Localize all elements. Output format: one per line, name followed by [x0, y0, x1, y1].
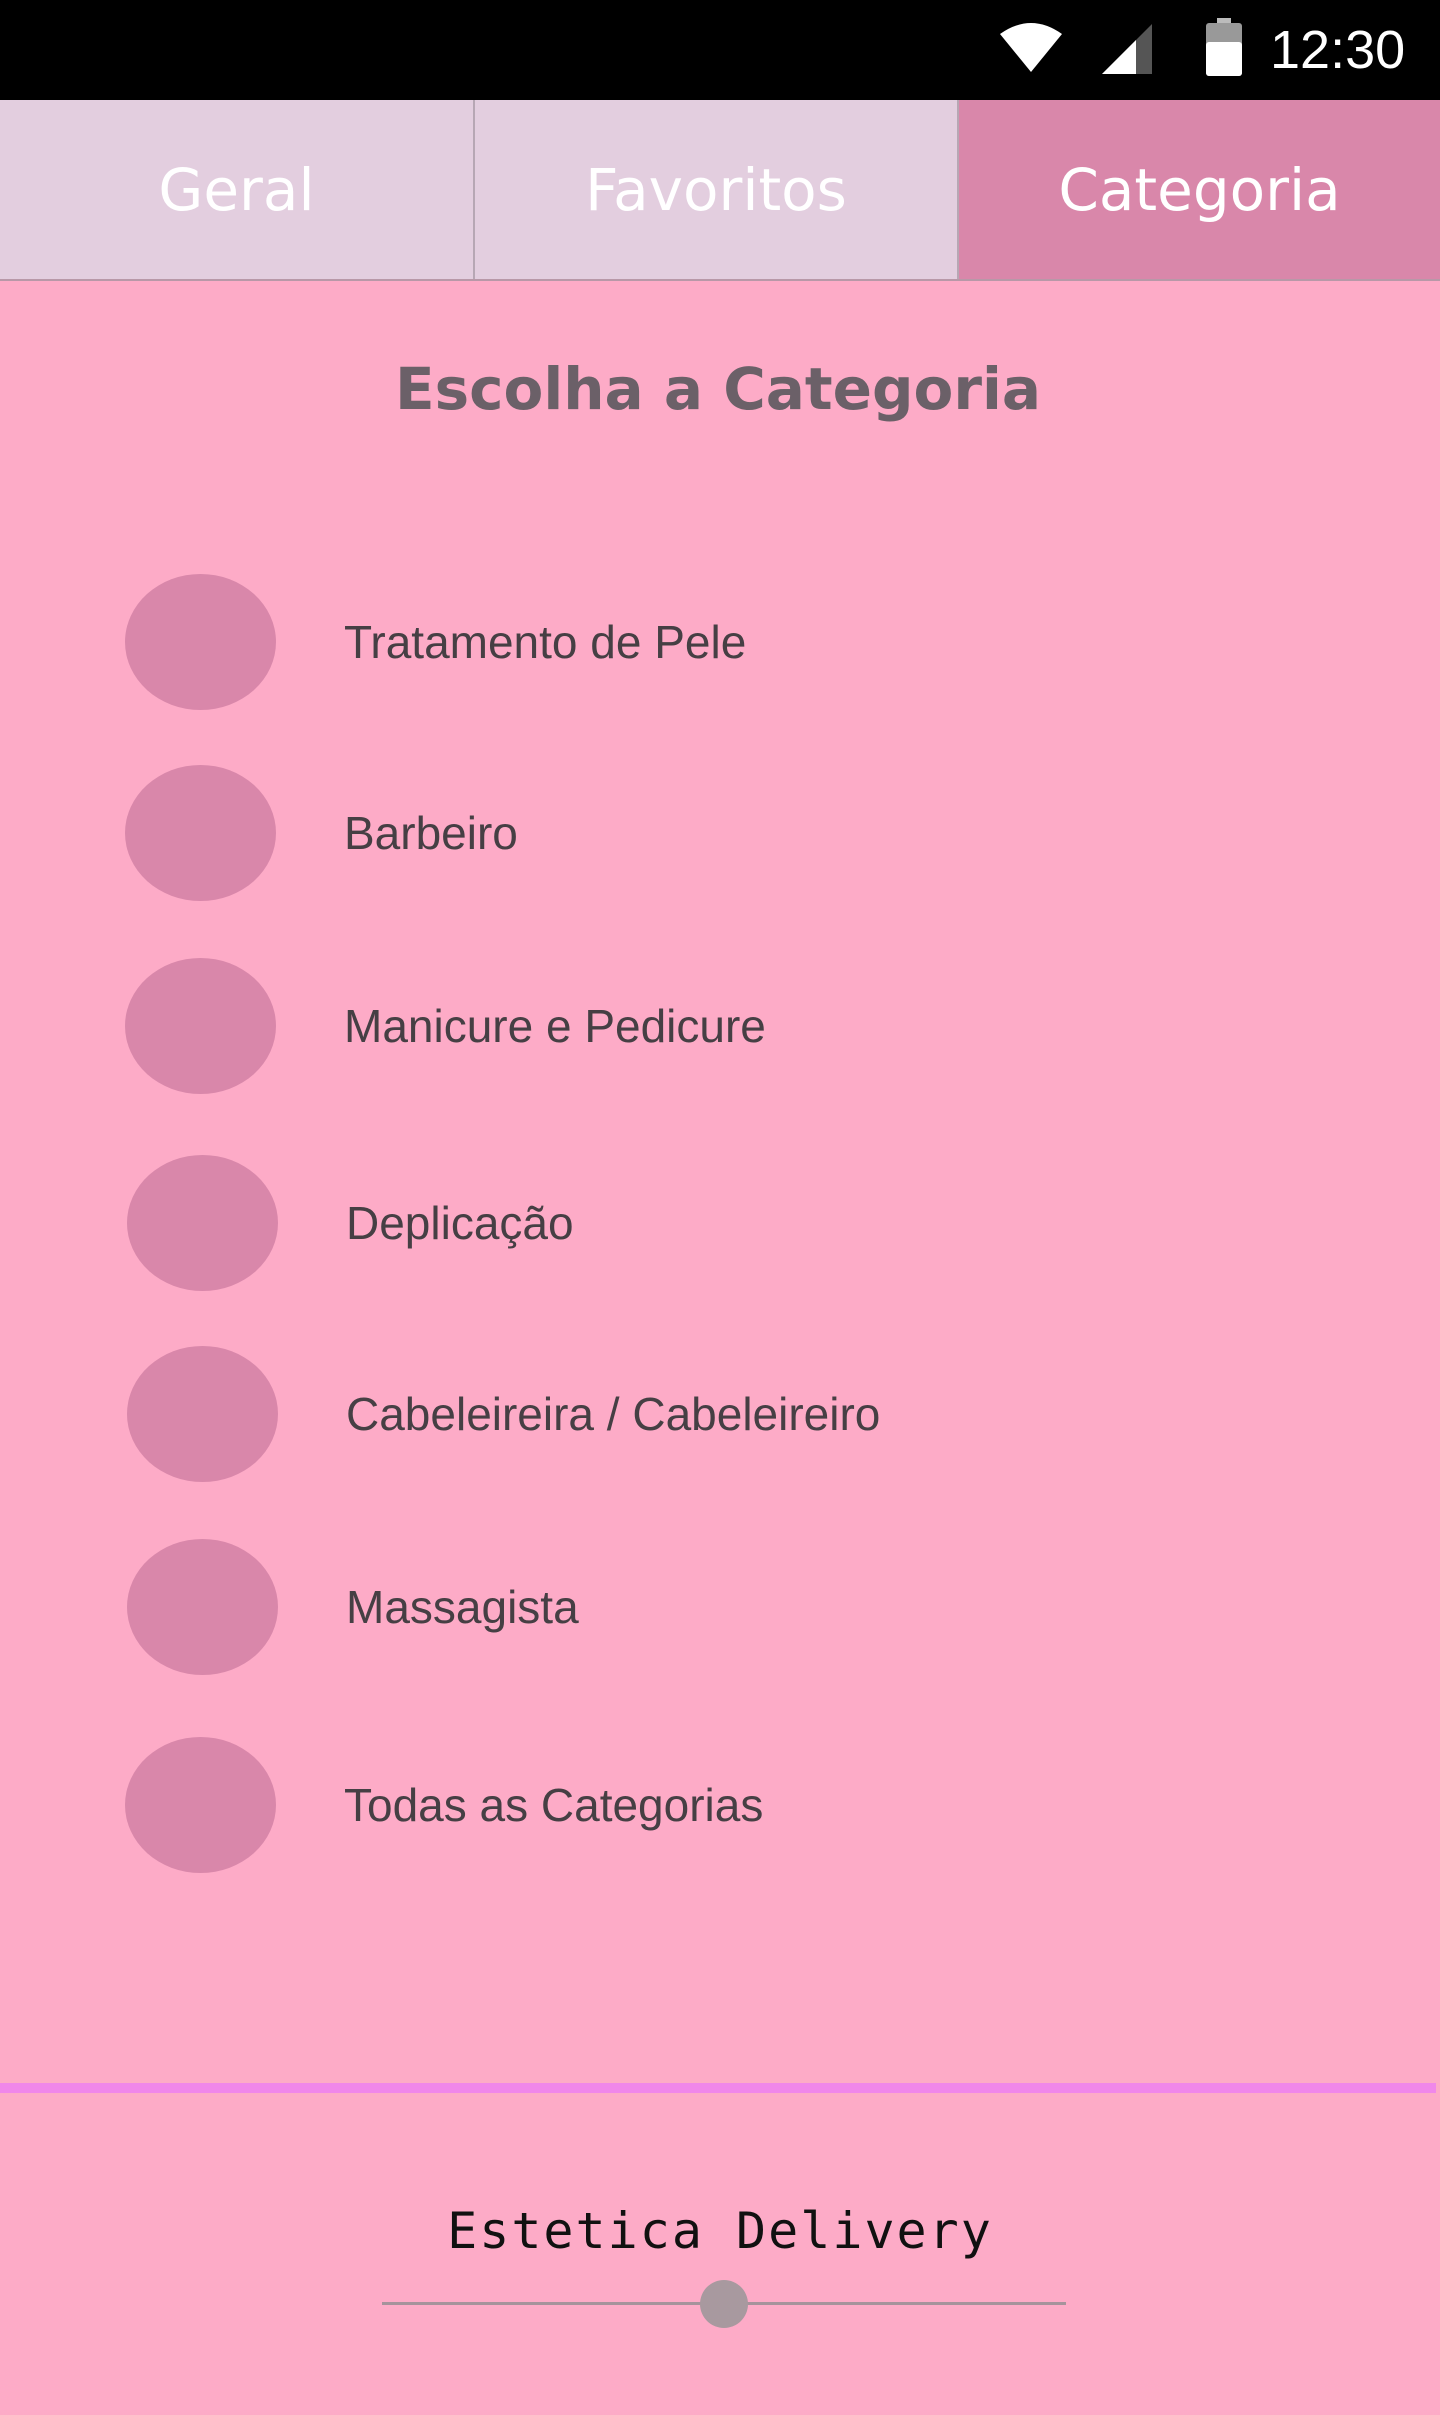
- radio-button[interactable]: [127, 1155, 278, 1291]
- category-option-massagista[interactable]: Massagista: [127, 1539, 1327, 1675]
- status-bar: 12:30: [0, 0, 1440, 100]
- page-title: Escolha a Categoria: [395, 355, 1041, 423]
- cell-signal-icon: [1102, 24, 1152, 74]
- category-label: Massagista: [346, 1581, 579, 1633]
- radio-button[interactable]: [127, 1539, 278, 1675]
- status-time: 12:30: [1270, 20, 1406, 80]
- category-option-tratamento-de-pele[interactable]: Tratamento de Pele: [125, 574, 1325, 710]
- slider-thumb[interactable]: [700, 2280, 748, 2328]
- battery-icon: [1206, 18, 1242, 76]
- tab-geral[interactable]: Geral: [0, 100, 475, 279]
- tab-favoritos[interactable]: Favoritos: [475, 100, 959, 279]
- wifi-icon: [1000, 23, 1062, 72]
- category-option-cabeleireira-cabeleireiro[interactable]: Cabeleireira / Cabeleireiro: [127, 1346, 1327, 1482]
- category-option-deplicacao[interactable]: Deplicação: [127, 1155, 1327, 1291]
- radio-button[interactable]: [125, 574, 276, 710]
- category-label: Tratamento de Pele: [344, 616, 747, 668]
- radio-button[interactable]: [127, 1346, 278, 1482]
- category-option-todas-as-categorias[interactable]: Todas as Categorias: [125, 1737, 1325, 1873]
- category-label: Cabeleireira / Cabeleireiro: [346, 1388, 881, 1440]
- category-label: Barbeiro: [344, 807, 518, 859]
- footer-slider[interactable]: [382, 2280, 1066, 2328]
- tab-categoria[interactable]: Categoria: [959, 100, 1440, 279]
- app-brand: Estetica Delivery: [447, 2202, 993, 2260]
- category-option-manicure-e-pedicure[interactable]: Manicure e Pedicure: [125, 958, 1325, 1094]
- radio-button[interactable]: [125, 1737, 276, 1873]
- radio-button[interactable]: [125, 765, 276, 901]
- radio-button[interactable]: [125, 958, 276, 1094]
- footer-divider: [0, 2083, 1436, 2093]
- tab-bar: Geral Favoritos Categoria: [0, 100, 1440, 281]
- category-option-barbeiro[interactable]: Barbeiro: [125, 765, 1325, 901]
- category-label: Deplicação: [346, 1197, 574, 1249]
- category-label: Manicure e Pedicure: [344, 1000, 766, 1052]
- category-label: Todas as Categorias: [344, 1779, 764, 1831]
